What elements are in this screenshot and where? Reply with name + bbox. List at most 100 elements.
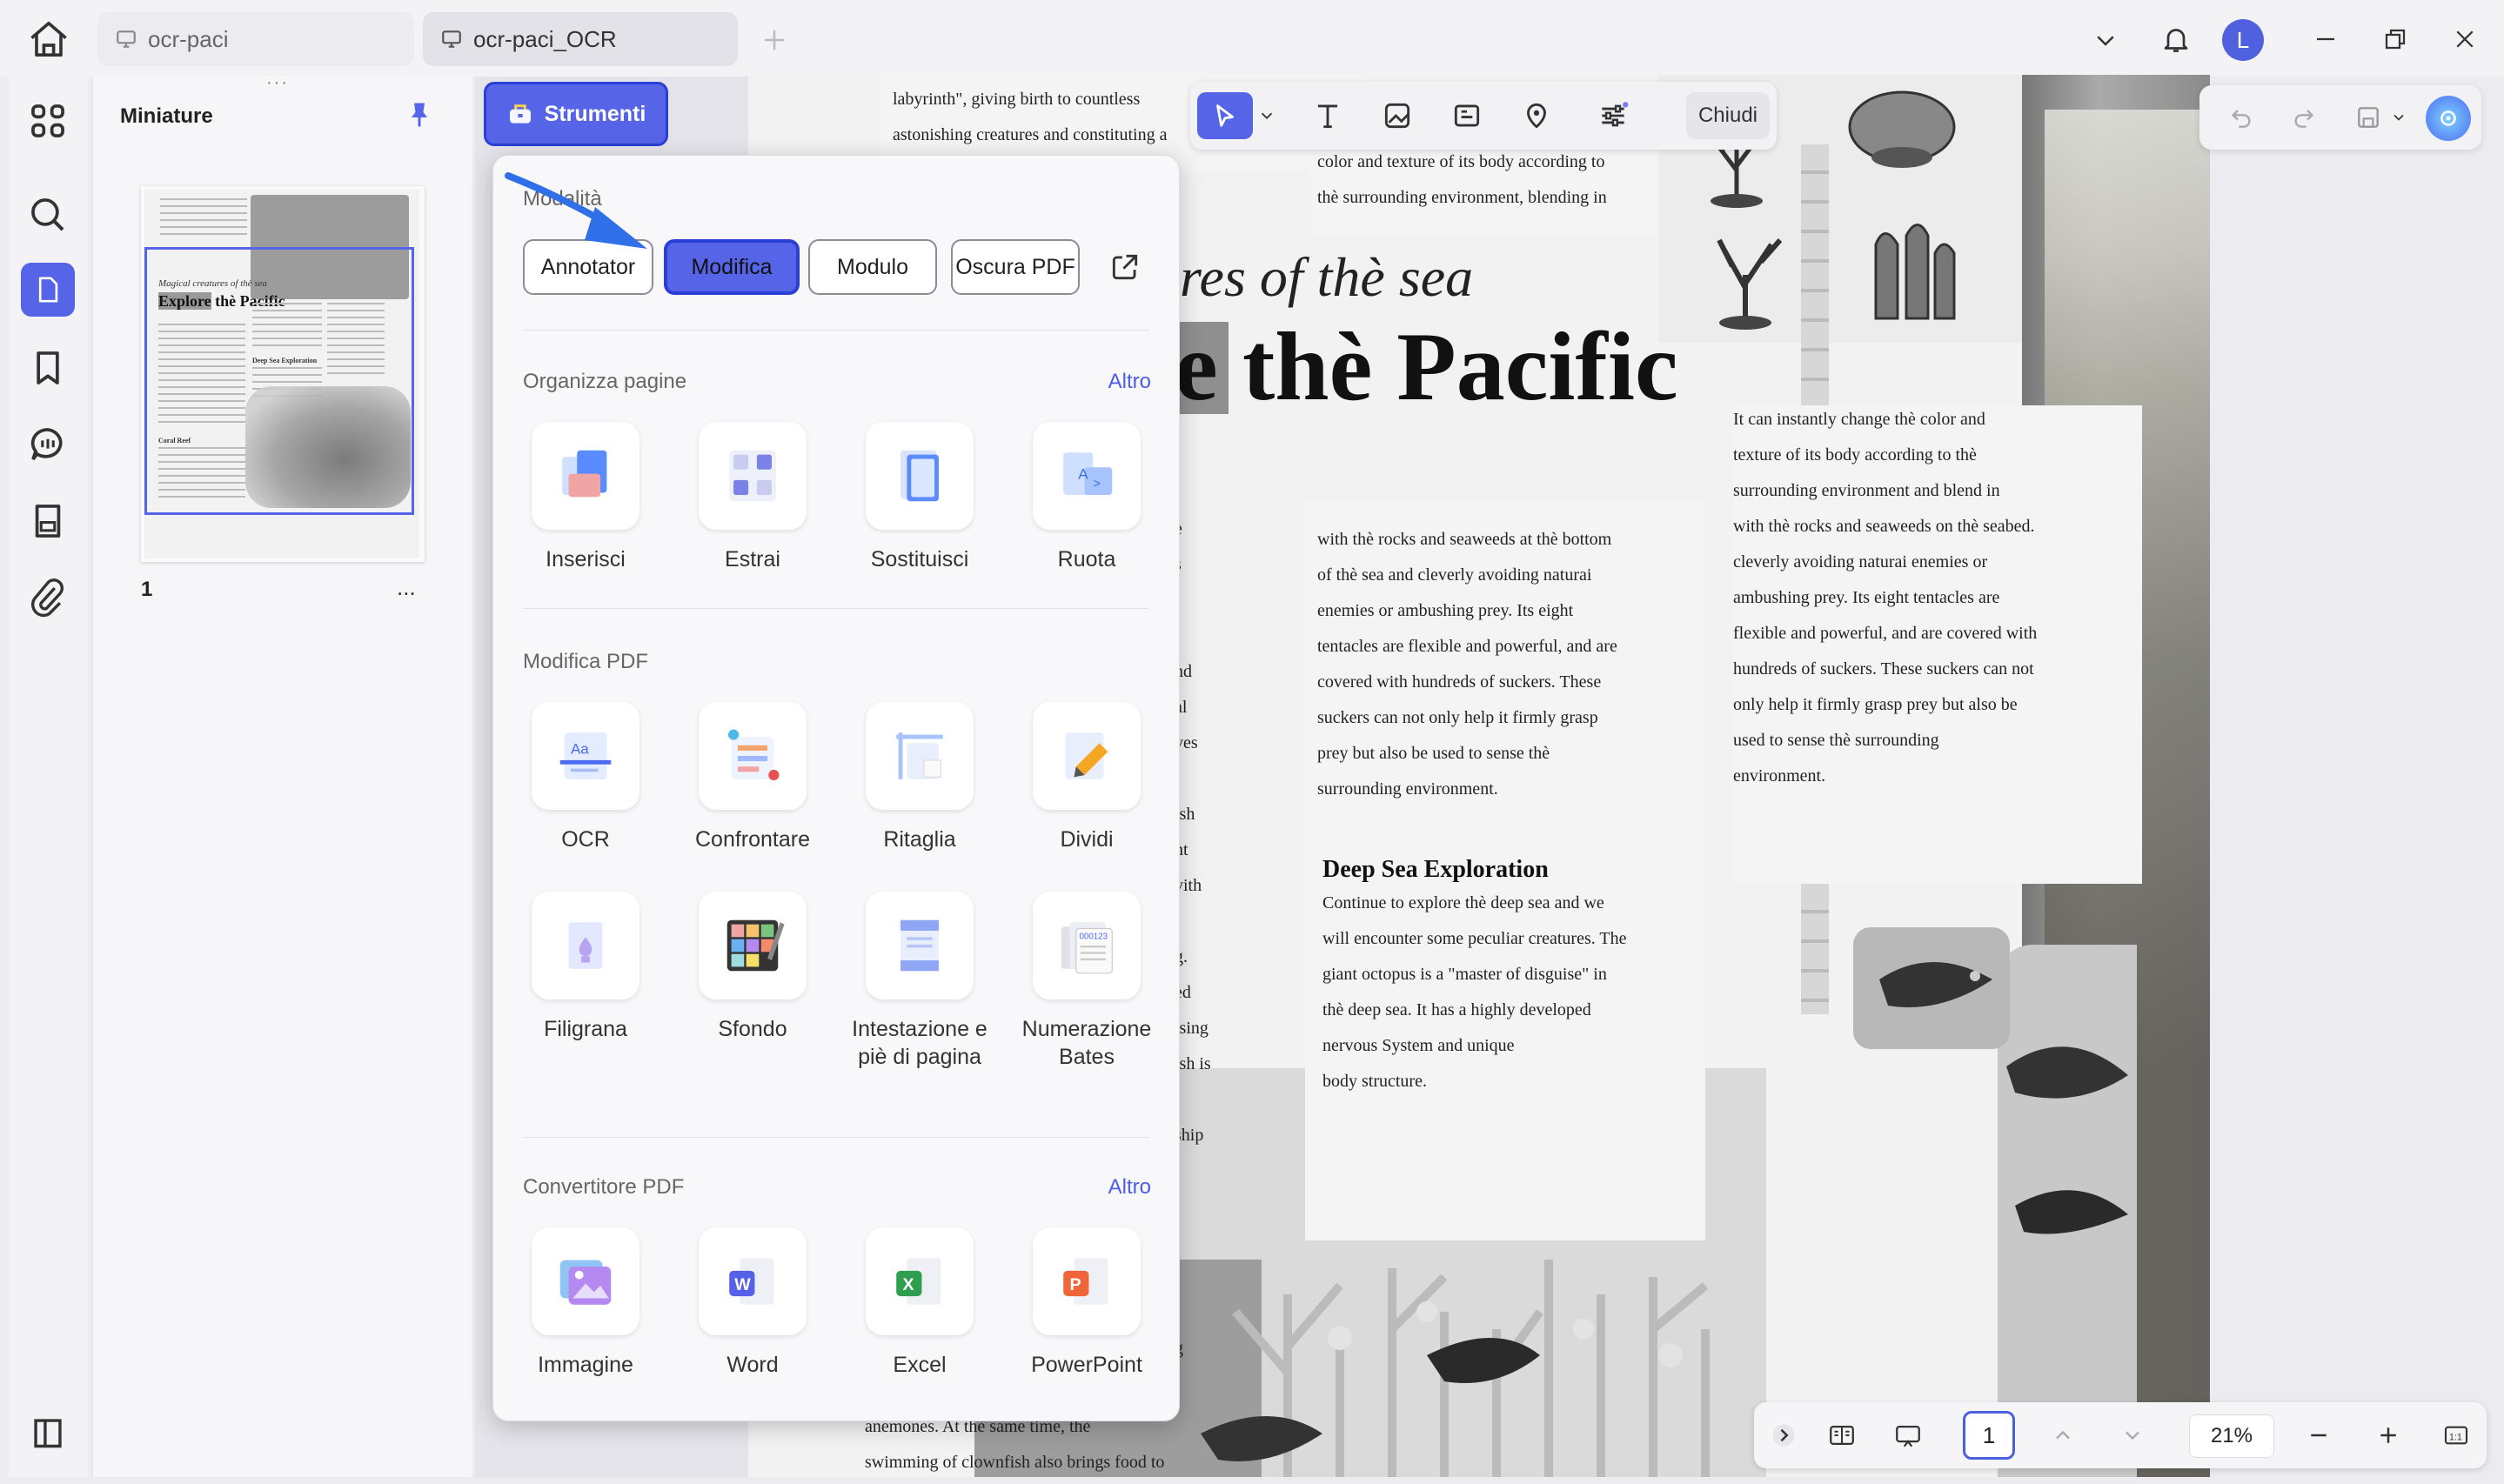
page-number: 1	[141, 578, 153, 601]
altro-link[interactable]: Altro	[1108, 370, 1151, 394]
ai-assistant-icon[interactable]	[2426, 96, 2471, 141]
search-icon[interactable]	[21, 188, 75, 242]
tool-immagine[interactable]: Immagine	[507, 1227, 664, 1379]
external-link-icon[interactable]	[1102, 244, 1148, 290]
attachment-icon[interactable]	[21, 571, 75, 625]
minimize-icon[interactable]	[2304, 19, 2347, 59]
add-link-icon[interactable]	[1443, 92, 1491, 139]
home-icon[interactable]	[24, 17, 73, 61]
tool-ocr[interactable]: Aa OCR	[507, 702, 664, 853]
zoom-out-icon[interactable]	[2297, 1414, 2340, 1456]
page-layout-icon[interactable]	[1818, 1414, 1865, 1456]
tool-ruota[interactable]: A > Ruota	[1008, 422, 1165, 573]
tool-estrai[interactable]: Estrai	[674, 422, 831, 573]
mode-oscura-pdf-button[interactable]: Oscura PDF	[951, 239, 1080, 295]
tool-filigrana[interactable]: Filigrana	[507, 892, 664, 1043]
annotation-arrow	[505, 169, 653, 256]
tab-ocr-paci-ocr[interactable]: ocr-paci_OCR	[423, 12, 738, 66]
page-thumbnails-icon[interactable]	[21, 263, 75, 317]
text-top-left[interactable]: labyrinth", giving birth to countless as…	[893, 82, 1167, 153]
tool-powerpoint[interactable]: P PowerPoint	[1008, 1227, 1165, 1379]
mode-modifica-button[interactable]: Modifica	[664, 239, 800, 295]
text-col-mid[interactable]: with thè rocks and seaweeds at thè botto…	[1317, 522, 1617, 807]
svg-text:>: >	[1093, 477, 1101, 491]
select-tool-icon[interactable]	[1197, 92, 1253, 139]
add-image-icon[interactable]	[1373, 92, 1422, 139]
tool-intestazione[interactable]: Intestazione e piè di pagina	[841, 892, 998, 1071]
text-left-fragments[interactable]: è s nd al ves ish nt vith g. ed ising is…	[1175, 511, 1211, 1153]
altro-link[interactable]: Altro	[1108, 1175, 1151, 1200]
close-edit-button[interactable]: Chiudi	[1686, 92, 1770, 139]
avatar[interactable]: L	[2222, 19, 2264, 61]
viewport-indicator[interactable]	[144, 247, 414, 515]
crop-icon	[886, 722, 954, 790]
close-icon[interactable]	[2443, 19, 2487, 59]
tab-label: ocr-paci_OCR	[473, 25, 617, 52]
excel-icon: X	[886, 1247, 954, 1315]
strumenti-button[interactable]: Strumenti	[484, 82, 668, 146]
mode-modulo-button[interactable]: Modulo	[808, 239, 937, 295]
heading-explore-fragment[interactable]: e	[1175, 311, 1218, 424]
history-toolbar	[2199, 85, 2481, 150]
form-icon[interactable]	[21, 494, 75, 548]
svg-text:P: P	[1070, 1275, 1081, 1294]
bell-icon[interactable]	[2154, 17, 2198, 61]
zoom-level[interactable]: 21%	[2189, 1414, 2274, 1458]
drag-handle[interactable]: ···	[266, 74, 298, 91]
chevron-down-icon[interactable]	[2386, 103, 2412, 132]
tool-sostituisci[interactable]: Sostituisci	[841, 422, 998, 573]
next-page-icon[interactable]	[2111, 1414, 2154, 1456]
undo-icon[interactable]	[2220, 97, 2262, 137]
text-col-right[interactable]: It can instantly change thè color and te…	[1733, 402, 2037, 794]
tool-sfondo[interactable]: Sfondo	[674, 892, 831, 1043]
heading-pacific[interactable]: thè Pacific	[1242, 311, 1678, 424]
previous-page-icon[interactable]	[2041, 1414, 2085, 1456]
zoom-in-icon[interactable]	[2367, 1414, 2410, 1456]
svg-text:Aa: Aa	[571, 741, 589, 758]
svg-text:000123: 000123	[1079, 933, 1108, 942]
section-title-convertitore: Convertitore PDF	[523, 1175, 685, 1199]
insert-pages-icon	[552, 442, 619, 510]
chevron-down-icon[interactable]	[2086, 21, 2125, 59]
restore-icon[interactable]	[2373, 19, 2417, 59]
tool-ritaglia[interactable]: Ritaglia	[841, 702, 998, 853]
monitor-icon	[440, 28, 463, 50]
chevron-right-icon[interactable]	[1764, 1414, 1803, 1456]
bottom-navigation-bar: 1 21% 1:1	[1754, 1402, 2487, 1468]
extract-pages-icon	[719, 442, 787, 510]
powerpoint-icon: P	[1053, 1247, 1121, 1315]
tab-ocr-paci[interactable]: ocr-paci	[97, 12, 414, 66]
more-options-icon[interactable]: ...	[397, 574, 416, 601]
watermark-icon[interactable]	[1512, 92, 1561, 139]
bookmark-icon[interactable]	[21, 341, 75, 395]
save-icon[interactable]	[2347, 97, 2389, 137]
tool-numerazione-bates[interactable]: 000123 Numerazione Bates	[1008, 892, 1165, 1071]
comment-icon[interactable]	[21, 418, 75, 471]
page-number-input[interactable]: 1	[1963, 1411, 2015, 1460]
tool-word[interactable]: W Word	[674, 1227, 831, 1379]
svg-text:X: X	[903, 1275, 914, 1294]
fish-image-1	[1853, 927, 2010, 1049]
tool-confrontare[interactable]: Confrontare	[674, 702, 831, 853]
text-top-mid[interactable]: color and texture of its body according …	[1317, 144, 1607, 216]
settings-sliders-icon[interactable]	[1589, 92, 1637, 139]
page-thumbnail[interactable]: Magical creatures of thè sea Explore thè…	[141, 186, 425, 562]
redo-icon[interactable]	[2283, 97, 2325, 137]
deep-sea-title[interactable]: Deep Sea Exploration	[1322, 856, 1549, 884]
sidebar-toggle-icon[interactable]	[21, 1406, 75, 1460]
tool-dividi[interactable]: Dividi	[1008, 702, 1165, 853]
grid-icon[interactable]	[21, 94, 75, 148]
deep-sea-text[interactable]: Continue to explore thè deep sea and we …	[1322, 886, 1626, 1100]
compare-icon	[719, 722, 787, 790]
presentation-icon[interactable]	[1885, 1414, 1932, 1456]
pin-icon[interactable]	[404, 99, 435, 130]
add-text-icon[interactable]	[1303, 92, 1352, 139]
heading-italic[interactable]: ures of thè sea	[1152, 245, 1473, 310]
chevron-down-icon[interactable]	[1255, 92, 1279, 139]
tool-inserisci[interactable]: Inserisci	[507, 422, 664, 573]
new-tab-icon[interactable]	[757, 23, 792, 57]
watermark-tool-icon	[552, 912, 619, 979]
edit-toolbar: Chiudi	[1190, 82, 1777, 150]
tool-excel[interactable]: X Excel	[841, 1227, 998, 1379]
actual-size-icon[interactable]: 1:1	[2434, 1414, 2478, 1456]
